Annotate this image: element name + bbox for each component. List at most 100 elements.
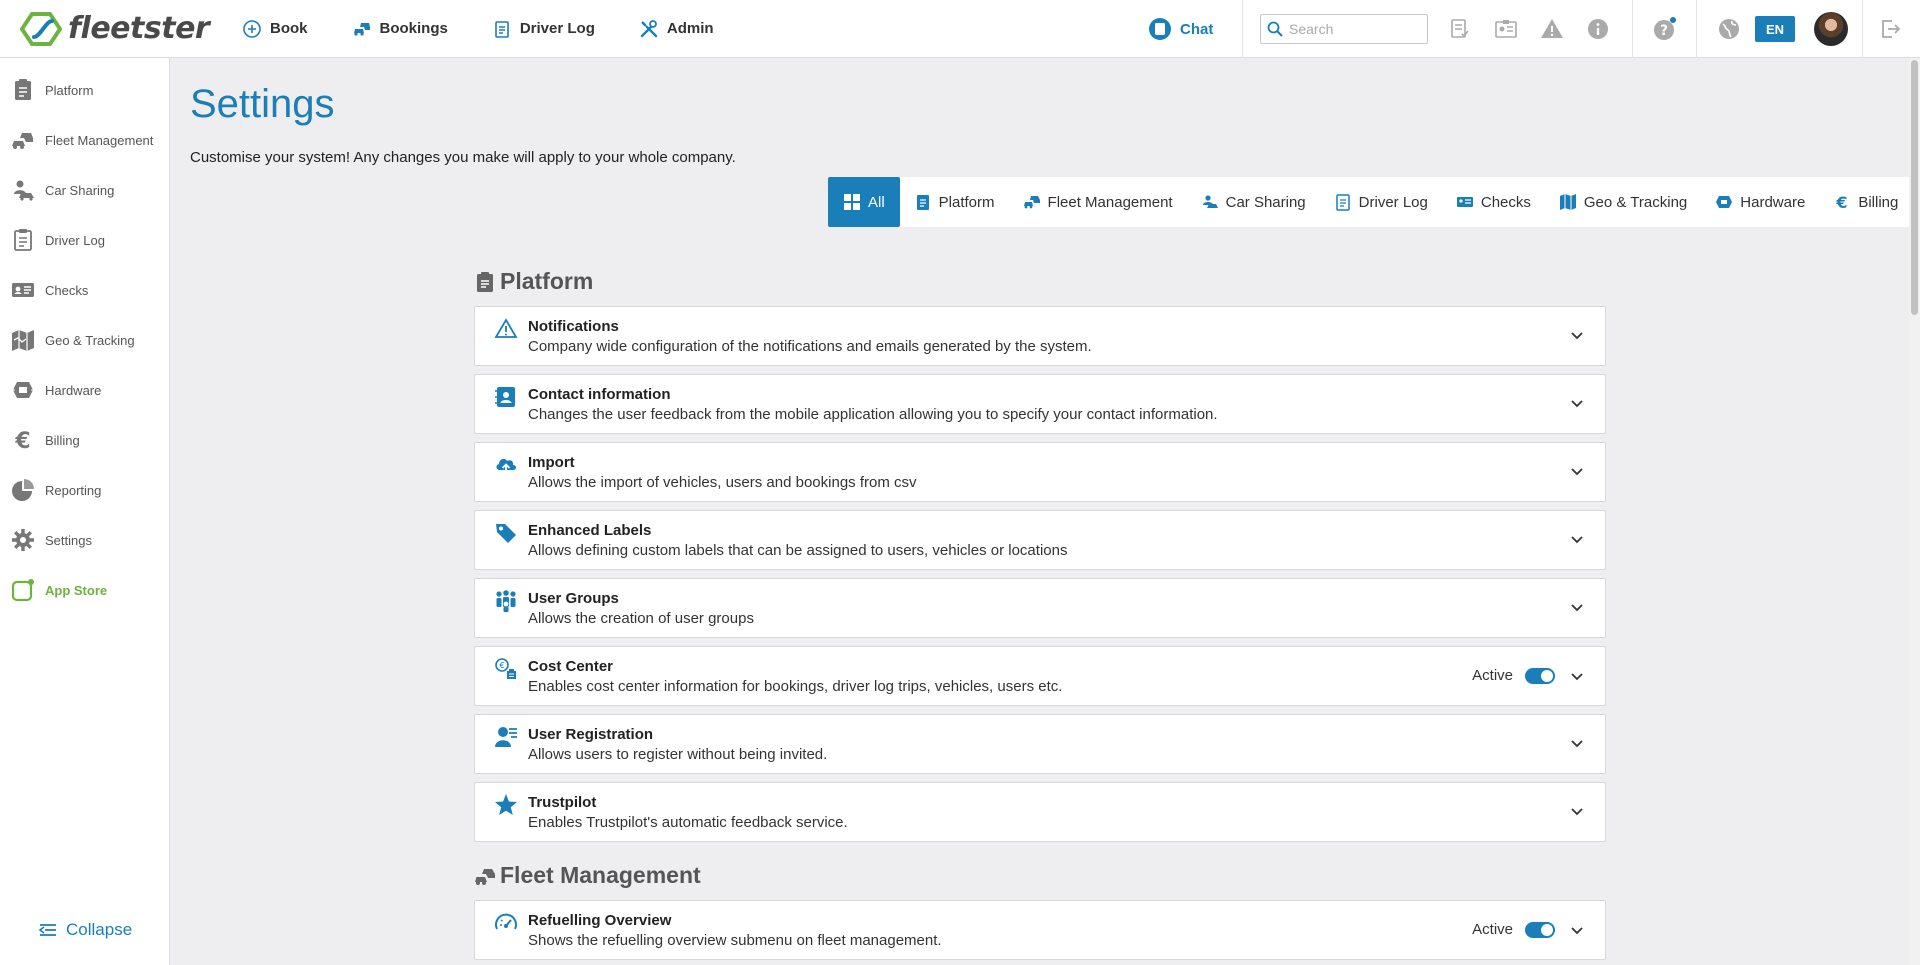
driver-log-icon: [14, 229, 32, 251]
card-title: Refuelling Overview: [528, 912, 672, 929]
collapse-label: Collapse: [66, 920, 133, 939]
card-title: Notifications: [528, 318, 619, 335]
active-toggle[interactable]: [1525, 921, 1555, 938]
avatar[interactable]: [1814, 12, 1848, 46]
topnav-book[interactable]: Book: [242, 19, 308, 39]
card-description: Allows the import of vehicles, users and…: [528, 474, 917, 491]
page-scrollbar[interactable]: [1909, 58, 1920, 965]
sidebar-item-reporting[interactable]: Reporting: [0, 470, 170, 510]
euro-icon: €: [14, 429, 30, 452]
card-title: Contact information: [528, 386, 671, 403]
filter-all[interactable]: All: [828, 177, 900, 227]
chevron-down-icon[interactable]: [1569, 395, 1585, 411]
fleetster-logo[interactable]: fleetster: [20, 11, 242, 47]
topnav-bookings[interactable]: Bookings: [352, 19, 448, 39]
filter-label: Fleet Management: [1047, 193, 1173, 211]
sidebar-item-car-sharing[interactable]: Car Sharing: [0, 170, 170, 210]
sidebar-item-label: Geo & Tracking: [45, 332, 135, 348]
filter-label: Checks: [1480, 193, 1531, 211]
filter-billing[interactable]: € Billing: [1819, 177, 1912, 227]
language-selector[interactable]: EN: [1755, 16, 1795, 42]
chevron-down-icon[interactable]: [1569, 531, 1585, 547]
gear-icon: [12, 529, 34, 551]
card-description: Company wide configuration of the notifi…: [528, 338, 1092, 355]
setting-card-notifications[interactable]: Notifications Company wide configuration …: [474, 306, 1606, 366]
filter-checks[interactable]: Checks: [1442, 177, 1545, 227]
chevron-down-icon[interactable]: [1569, 599, 1585, 615]
info-icon[interactable]: [1586, 17, 1610, 41]
chevron-down-icon[interactable]: [1569, 735, 1585, 751]
sidebar: Platform Fleet Management Car Sharing Dr…: [0, 58, 170, 965]
topnav-driver-log-label: Driver Log: [519, 20, 595, 37]
chevron-down-icon[interactable]: [1569, 327, 1585, 343]
setting-card-enhanced-labels[interactable]: Enhanced Labels Allows defining custom la…: [474, 510, 1606, 570]
setting-card-contact-information[interactable]: Contact information Changes the user feed…: [474, 374, 1606, 434]
user-registration-icon: [495, 727, 517, 747]
sidebar-item-driver-log[interactable]: Driver Log: [0, 220, 170, 260]
collapse-button[interactable]: Collapse: [38, 920, 132, 940]
filter-label: Billing: [1858, 193, 1899, 211]
card-description: Changes the user feedback from the mobil…: [528, 406, 1218, 423]
grid-icon: [844, 194, 860, 210]
filter-driver-log[interactable]: Driver Log: [1320, 177, 1442, 227]
topnav-admin-label: Admin: [666, 20, 714, 37]
search-box[interactable]: [1260, 14, 1428, 44]
sidebar-item-checks[interactable]: Checks: [0, 270, 170, 310]
sidebar-item-app-store[interactable]: App Store: [0, 570, 170, 610]
logout-icon[interactable]: [1878, 17, 1902, 41]
sidebar-item-billing[interactable]: € Billing: [0, 420, 170, 460]
page-description: Customise your system! Any changes you m…: [190, 149, 736, 166]
id-card-icon: [12, 283, 34, 297]
topnav-admin[interactable]: Admin: [639, 19, 714, 39]
warning-icon[interactable]: [1540, 17, 1564, 41]
contact-book-icon: [495, 387, 515, 407]
chevron-down-icon[interactable]: [1569, 668, 1585, 684]
topnav-driver-log[interactable]: Driver Log: [492, 19, 595, 39]
sidebar-item-label: Driver Log: [45, 232, 105, 248]
setting-card-import[interactable]: Import Allows the import of vehicles, use…: [474, 442, 1606, 502]
id-card-icon: [1456, 197, 1473, 207]
chevron-down-icon[interactable]: [1569, 803, 1585, 819]
setting-card-refuelling-overview[interactable]: Refuelling Overview Shows the refuelling …: [474, 900, 1606, 960]
setting-card-user-groups[interactable]: User Groups Allows the creation of user g…: [474, 578, 1606, 638]
status-label: Active: [1472, 667, 1513, 684]
divider: [1696, 0, 1697, 58]
checklist-icon[interactable]: [1448, 17, 1472, 41]
filter-platform[interactable]: Platform: [900, 177, 1009, 227]
sidebar-item-hardware[interactable]: Hardware: [0, 370, 170, 410]
search-input[interactable]: [1289, 21, 1419, 37]
chevron-down-icon[interactable]: [1569, 922, 1585, 938]
sidebar-item-settings[interactable]: Settings: [0, 520, 170, 560]
map-icon: [1559, 194, 1576, 210]
filter-fleet-management[interactable]: Fleet Management: [1009, 177, 1187, 227]
logo-icon: [20, 11, 63, 46]
chat-label: Chat: [1180, 20, 1214, 38]
sidebar-item-platform[interactable]: Platform: [0, 70, 170, 110]
section-title-fleet-management: Fleet Management: [474, 862, 701, 889]
sidebar-item-geo-tracking[interactable]: Geo & Tracking: [0, 320, 170, 360]
filter-label: Car Sharing: [1225, 193, 1306, 211]
top-nav: Book Bookings Driver Log Admin: [242, 19, 758, 39]
sidebar-item-fleet-management[interactable]: Fleet Management: [0, 120, 170, 160]
setting-card-trustpilot[interactable]: Trustpilot Enables Trustpilot's automatic…: [474, 782, 1606, 842]
setting-card-user-registration[interactable]: User Registration Allows users to registe…: [474, 714, 1606, 774]
chat-button[interactable]: Chat: [1148, 17, 1213, 41]
filter-label: Hardware: [1740, 193, 1806, 211]
logo-text: fleetster: [68, 11, 210, 46]
cars-icon: [475, 868, 495, 885]
filter-hardware[interactable]: Hardware: [1701, 177, 1819, 227]
help-icon[interactable]: ?: [1652, 17, 1676, 41]
scrollbar-thumb[interactable]: [1911, 60, 1918, 315]
active-toggle[interactable]: [1525, 667, 1555, 684]
filter-car-sharing[interactable]: Car Sharing: [1187, 177, 1320, 227]
card-title: Import: [528, 454, 575, 471]
chevron-down-icon[interactable]: [1569, 463, 1585, 479]
card-description: Allows the creation of user groups: [528, 610, 754, 627]
section-title-label: Fleet Management: [500, 862, 701, 888]
filter-geo-tracking[interactable]: Geo & Tracking: [1545, 177, 1701, 227]
category-filter-bar: All Platform Fleet Management Car Sharin…: [828, 177, 1913, 227]
setting-card-cost-center[interactable]: € Cost Center Enables cost center informa…: [474, 646, 1606, 706]
globe-icon[interactable]: [1717, 17, 1741, 41]
card-title: Trustpilot: [528, 794, 597, 811]
id-card-icon[interactable]: [1494, 17, 1518, 41]
